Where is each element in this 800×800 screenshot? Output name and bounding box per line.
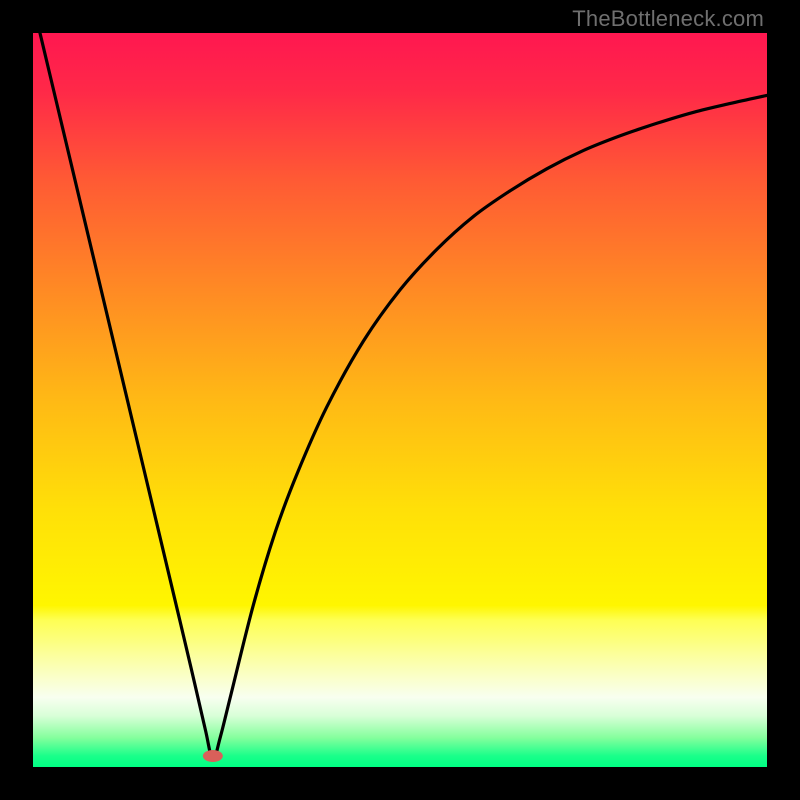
chart-background — [33, 33, 767, 767]
chart-frame — [33, 33, 767, 767]
optimum-marker — [203, 750, 223, 762]
watermark-text: TheBottleneck.com — [572, 6, 764, 32]
chart-svg — [33, 33, 767, 767]
